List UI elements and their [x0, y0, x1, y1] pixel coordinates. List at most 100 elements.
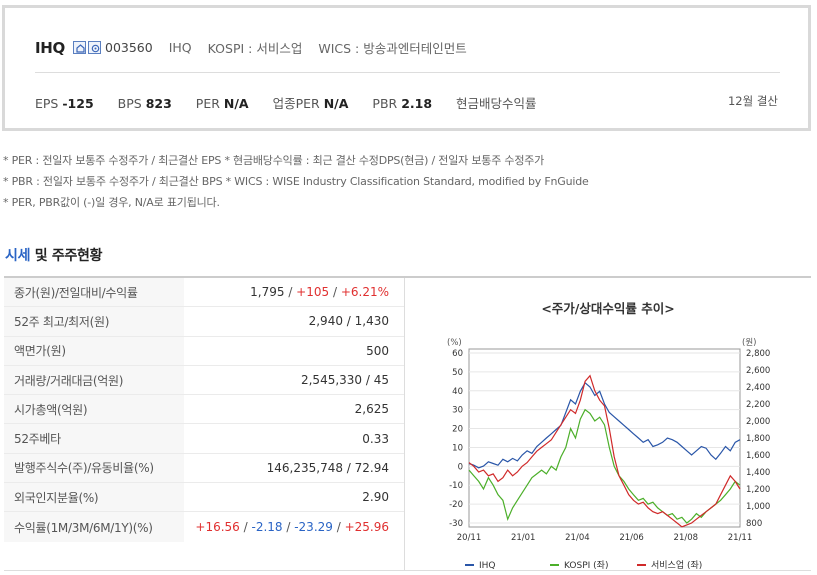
metric-label: 업종PER: [272, 96, 320, 111]
metric-item: PER N/A: [196, 96, 249, 111]
table-row: 발행주식수(주)/유동비율(%) 146,235,748 / 72.94: [4, 453, 404, 484]
header-divider: [35, 72, 780, 73]
report-icon[interactable]: [88, 41, 101, 54]
y-right-tick-label: 2,000: [746, 417, 770, 427]
metric-item: PBR 2.18: [372, 96, 432, 111]
y-right-tick-label: 1,400: [746, 468, 770, 478]
row-value: 2,545,330 / 45: [184, 373, 404, 387]
value-part: 0.33: [362, 431, 389, 446]
table-row: 시가총액(억원) 2,625: [4, 395, 404, 425]
y-left-tick-label: -10: [449, 481, 463, 491]
value-part: /: [282, 520, 295, 535]
x-tick-label: 21/08: [674, 533, 699, 543]
title-row: IHQ 003560 IHQ KOSPI : 서비스업 WICS : 방송과엔터…: [35, 38, 467, 57]
section-title: 시세 및 주주현황: [5, 245, 103, 265]
y-left-tick-label: 20: [452, 425, 463, 435]
x-tick-label: 20/11: [457, 533, 482, 543]
value-part: 2,545,330 / 45: [300, 373, 389, 388]
y-left-tick-label: 0: [458, 462, 463, 472]
x-tick-label: 21/11: [728, 533, 753, 543]
y-left-tick-label: -20: [449, 500, 463, 510]
x-tick-label: 21/01: [511, 533, 536, 543]
row-label: 외국인지분율(%): [4, 483, 184, 512]
value-part: -2.18: [251, 520, 283, 535]
value-part: -23.29: [294, 520, 333, 535]
note-line: * PER : 전일자 보통주 수정주가 / 최근결산 EPS * 현금배당수익…: [3, 154, 545, 167]
row-label: 액면가(원): [4, 336, 184, 365]
y-right-tick-label: 1,000: [746, 502, 770, 512]
company-icon[interactable]: [73, 41, 86, 54]
table-row: 외국인지분율(%) 2.90: [4, 483, 404, 513]
metric-label: EPS: [35, 96, 59, 111]
row-label: 수익률(1M/3M/6M/1Y)(%): [4, 512, 184, 542]
row-value: 1,795 / +105 / +6.21%: [184, 285, 404, 299]
row-value: 146,235,748 / 72.94: [184, 461, 404, 475]
metric-item: BPS 823: [118, 96, 172, 111]
x-tick-label: 21/04: [565, 533, 590, 543]
chart-panel: <주가/상대수익률 추이> 60 50 40 30 20 10 0 -10 -20 -30 2,80…: [405, 278, 811, 571]
wics-info: WICS : 방송과엔터테인먼트: [318, 41, 467, 56]
metric-label: BPS: [117, 96, 142, 111]
metric-item: 현금배당수익률: [456, 93, 537, 112]
y-left-tick-label: 50: [452, 368, 463, 378]
value-part: +16.56: [195, 520, 240, 535]
y-right-unit: (원): [742, 338, 756, 348]
row-value: +16.56 / -2.18 / -23.29 / +25.96: [184, 520, 404, 534]
row-value: 0.33: [184, 432, 404, 446]
notes: * PER : 전일자 보통주 수정주가 / 최근결산 EPS * 현금배당수익…: [3, 150, 589, 213]
row-value: 2.90: [184, 490, 404, 504]
metric-label: 현금배당수익률: [456, 96, 537, 111]
y-right-tick-label: 800: [746, 519, 762, 529]
y-right-tick-label: 2,200: [746, 400, 770, 410]
row-value: 2,940 / 1,430: [184, 314, 404, 328]
stock-header: IHQ 003560 IHQ KOSPI : 서비스업 WICS : 방송과엔터…: [2, 5, 811, 131]
metric-value: -125: [62, 96, 94, 111]
stock-name: IHQ: [35, 38, 65, 57]
section-title-rest: 및 주주현황: [30, 248, 103, 264]
table-row: 52주베타 0.33: [4, 424, 404, 454]
value-part: +105: [296, 285, 330, 300]
metric-label: PBR: [372, 96, 398, 111]
value-part: 1,795: [250, 285, 285, 300]
y-left-tick-label: 30: [452, 406, 463, 416]
y-right-tick-label: 2,800: [746, 349, 770, 359]
metric-value: 2.18: [401, 96, 433, 111]
row-label: 52주베타: [4, 424, 184, 453]
y-right-tick-label: 1,200: [746, 485, 770, 495]
price-table: 종가(원)/전일대비/수익률 1,795 / +105 / +6.21% 52주 최…: [4, 278, 404, 542]
row-value: 500: [184, 344, 404, 358]
row-label: 거래량/거래대금(억원): [4, 365, 184, 395]
metrics-row: EPS -125 BPS 823 PER N/A 업종PER N/A PBR 2.18 현…: [35, 93, 561, 112]
y-left-tick-label: -30: [449, 519, 463, 529]
y-left-tick-label: 10: [452, 443, 463, 453]
value-part: /: [284, 285, 297, 300]
stock-code: 003560: [105, 40, 153, 55]
value-part: /: [329, 285, 341, 300]
y-right-tick-label: 2,400: [746, 383, 770, 393]
row-label: 52주 최고/최저(원): [4, 307, 184, 336]
row-label: 시가총액(억원): [4, 395, 184, 424]
value-part: 2,625: [354, 402, 389, 417]
value-part: 146,235,748 / 72.94: [266, 460, 389, 475]
table-row: 수익률(1M/3M/6M/1Y)(%) +16.56 / -2.18 / -23.…: [4, 512, 404, 542]
metric-value: 823: [145, 96, 172, 111]
value-part: 2.90: [362, 490, 389, 505]
note-line: * PBR : 전일자 보통주 수정주가 / 최근결산 BPS * WICS :…: [3, 175, 589, 188]
y-right-tick-label: 2,600: [746, 366, 770, 376]
table-row: 거래량/거래대금(억원) 2,545,330 / 45: [4, 365, 404, 396]
table-row: 액면가(원) 500: [4, 336, 404, 366]
note-line: * PER, PBR값이 (-)일 경우, N/A로 표기됩니다.: [3, 196, 220, 209]
value-part: 500: [366, 343, 389, 358]
legend-label: IHQ: [479, 561, 496, 571]
price-chart: 60 50 40 30 20 10 0 -10 -20 -30 2,800 2,600 2,400 2,2…: [447, 338, 770, 571]
y-right-tick-label: 1,800: [746, 434, 770, 444]
y-right-tick-label: 1,600: [746, 451, 770, 461]
y-left-tick-label: 60: [452, 349, 463, 359]
value-part: /: [239, 520, 252, 535]
metric-item: 업종PER N/A: [273, 93, 349, 112]
table-row: 52주 최고/최저(원) 2,940 / 1,430: [4, 307, 404, 337]
english-name: IHQ: [168, 40, 192, 55]
price-table-panel: 종가(원)/전일대비/수익률 1,795 / +105 / +6.21% 52주 최…: [4, 276, 811, 571]
y-left-tick-label: 40: [452, 387, 463, 397]
plot-frame: [468, 348, 741, 528]
